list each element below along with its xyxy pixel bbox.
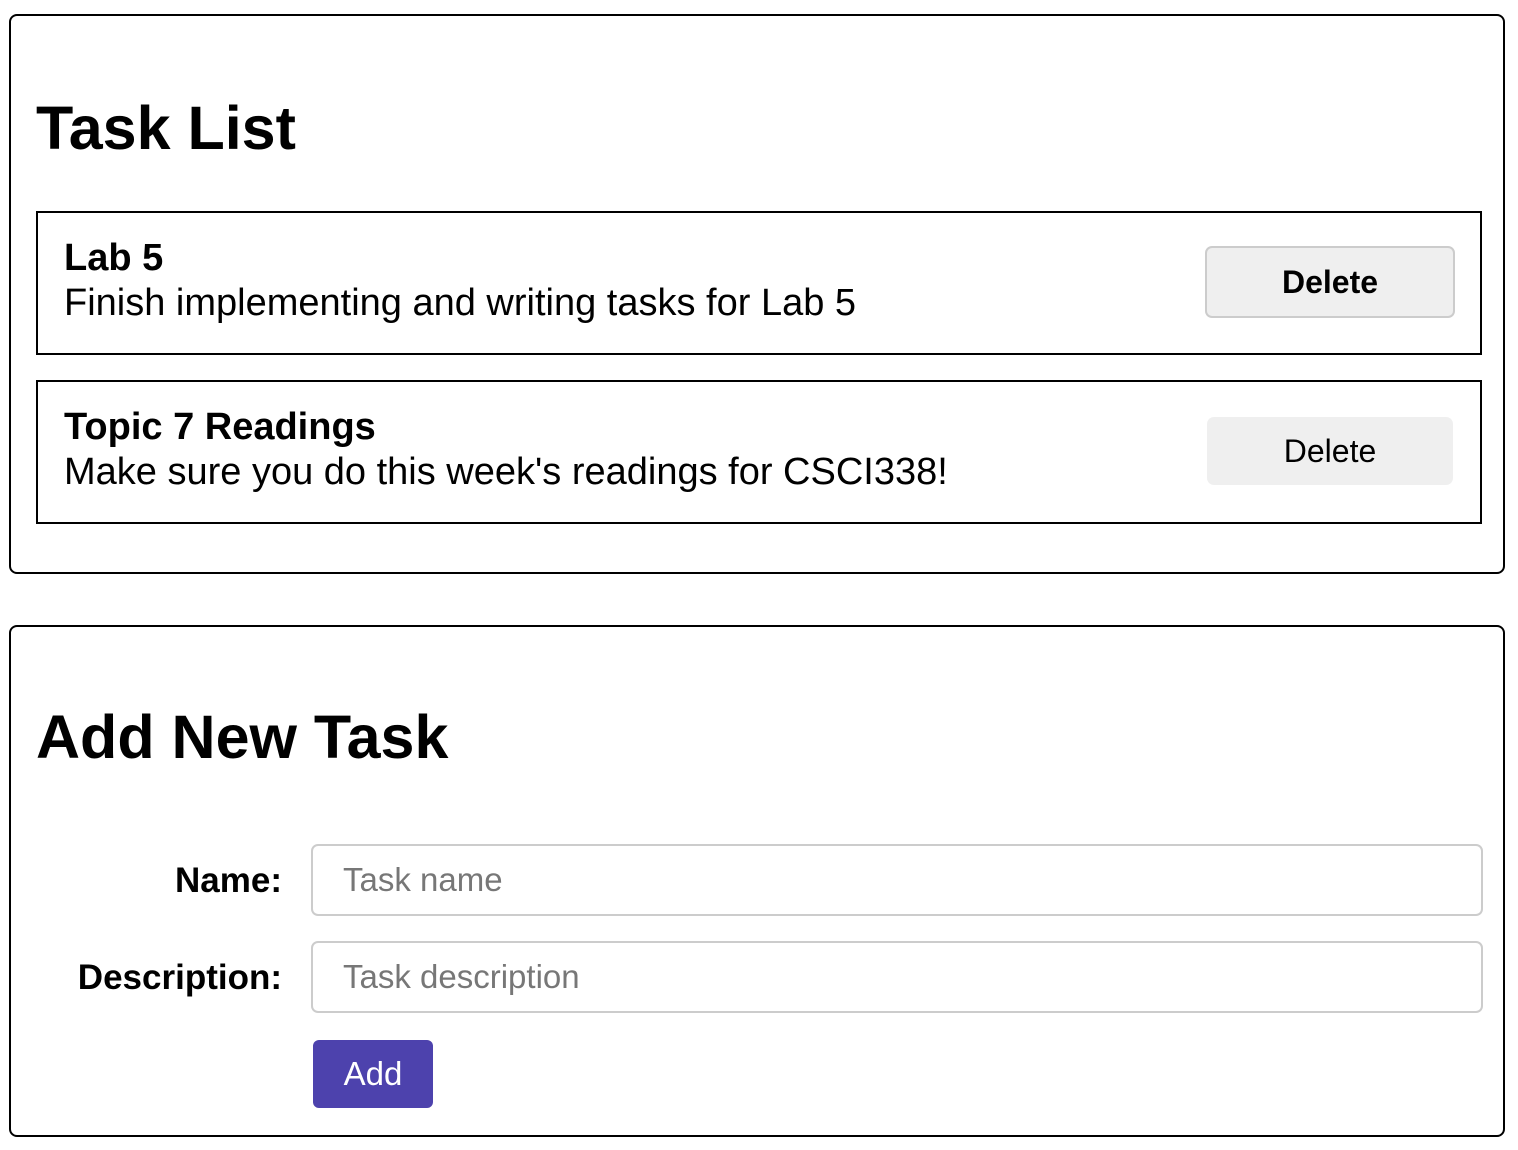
task-description: Finish implementing and writing tasks fo… <box>64 282 857 324</box>
delete-task-button[interactable]: Delete <box>1205 246 1455 318</box>
task-name: Lab 5 <box>64 237 164 279</box>
description-label: Description: <box>77 958 282 997</box>
task-description-input[interactable] <box>311 941 1483 1013</box>
task-item: Topic 7 Readings Make sure you do this w… <box>36 380 1482 524</box>
task-name: Topic 7 Readings <box>64 406 376 448</box>
name-label: Name: <box>175 861 282 900</box>
add-task-panel: Add New Task Name: Description: Add <box>9 625 1505 1137</box>
task-item: Lab 5 Finish implementing and writing ta… <box>36 211 1482 355</box>
add-task-button[interactable]: Add <box>313 1040 433 1108</box>
task-name-input[interactable] <box>311 844 1483 916</box>
task-description: Make sure you do this week's readings fo… <box>64 451 948 493</box>
task-list-panel: Task List Lab 5 Finish implementing and … <box>9 14 1505 574</box>
add-task-title: Add New Task <box>36 703 449 771</box>
delete-task-button[interactable]: Delete <box>1207 417 1453 485</box>
task-list-title: Task List <box>36 94 296 162</box>
